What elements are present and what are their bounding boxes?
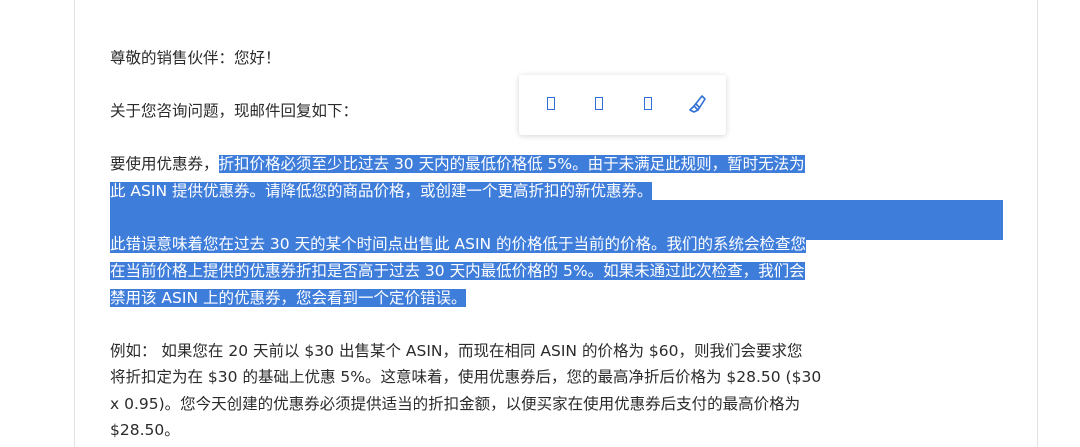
paragraph3-line2: 将折扣定为在 $30 的基础上优惠 5%。这意味着，使用优惠券后，您的最高净折后… [110, 368, 822, 386]
selected-text[interactable]: 在当前价格上提供的优惠券折扣是否高于过去 30 天内最低价格的 5%。如果未通过… [110, 262, 805, 280]
paragraph1-line2: 此 ASIN 提供优惠券。请降低您的商品价格，或创建一个更高折扣的新优惠券。 [110, 181, 653, 201]
selection-toolbar [519, 75, 726, 135]
box-icon [547, 97, 555, 110]
paragraph1-line1: 要使用优惠券，折扣价格必须至少比过去 30 天内的最低价格低 5%。由于未满足此… [110, 154, 805, 174]
selected-text[interactable]: 此 ASIN 提供优惠券。请降低您的商品价格，或创建一个更高折扣的新优惠券。 [110, 182, 653, 200]
toolbar-button-3[interactable] [639, 95, 659, 115]
toolbar-button-1[interactable] [542, 95, 562, 115]
highlighter-icon [689, 95, 706, 113]
paragraph3-line1: 例如： 如果您在 20 天前以 $30 出售某个 ASIN，而现在相同 ASIN… [110, 342, 803, 360]
toolbar-button-2[interactable] [590, 95, 610, 115]
paragraph2-line2: 在当前价格上提供的优惠券折扣是否高于过去 30 天内最低价格的 5%。如果未通过… [110, 261, 805, 281]
paragraph1-lead: 要使用优惠券， [110, 155, 219, 173]
paragraph2-line3: 禁用该 ASIN 上的优惠券，您会看到一个定价错误。 [110, 288, 467, 308]
paragraph3-line3: x 0.95)。您今天创建的优惠券必须提供适当的折扣金额，以便买家在使用优惠券后… [110, 395, 801, 413]
selected-text[interactable]: 折扣价格必须至少比过去 30 天内的最低价格低 5%。由于未满足此规则，暂时无法… [218, 155, 805, 173]
highlighter-button[interactable] [685, 91, 709, 115]
paragraph2-line1: 此错误意味着您在过去 30 天的某个时间点出售此 ASIN 的价格低于当前的价格… [110, 234, 807, 254]
selected-text[interactable]: 此错误意味着您在过去 30 天的某个时间点出售此 ASIN 的价格低于当前的价格… [110, 235, 807, 253]
selected-text[interactable]: 禁用该 ASIN 上的优惠券，您会看到一个定价错误。 [110, 289, 467, 307]
screenshot-stage: 尊敬的销售伙伴：您好！ 关于您咨询问题，现邮件回复如下： 要使用优惠券，折扣价格… [0, 0, 1080, 447]
paragraph3-line4: $28.50。 [110, 421, 180, 439]
box-icon [595, 97, 603, 110]
intro-line: 关于您咨询问题，现邮件回复如下： [110, 102, 359, 120]
box-icon [644, 97, 652, 110]
greeting-line: 尊敬的销售伙伴：您好！ [110, 49, 281, 67]
